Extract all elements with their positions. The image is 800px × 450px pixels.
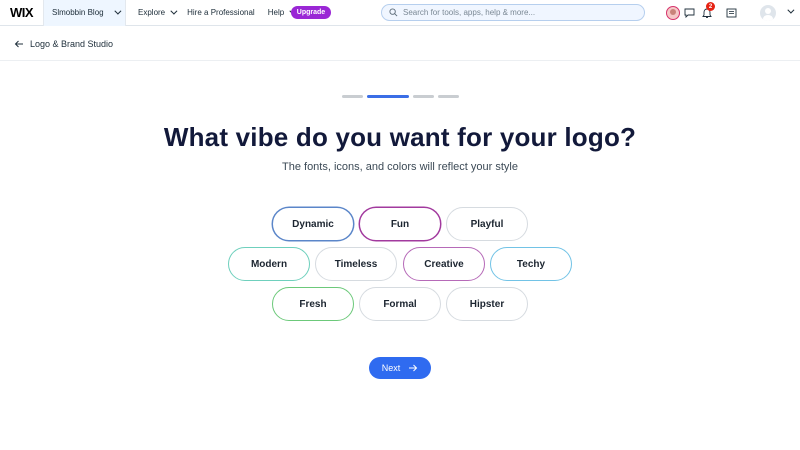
back-link-label: Logo & Brand Studio <box>30 38 114 49</box>
progress-step <box>413 95 434 98</box>
chevron-down-icon <box>170 7 178 15</box>
site-selector[interactable]: Slmobbin Blog <box>44 0 126 26</box>
nav-explore[interactable]: Explore <box>138 0 178 26</box>
progress-step-current <box>367 95 409 98</box>
back-link[interactable]: Logo & Brand Studio <box>14 39 113 49</box>
progress-step <box>342 95 363 98</box>
chat-icon[interactable] <box>682 6 696 20</box>
site-name: Slmobbin Blog <box>52 8 104 17</box>
page-subtitle: The fonts, icons, and colors will reflec… <box>282 161 518 173</box>
vibe-option-fresh[interactable]: Fresh <box>272 287 354 321</box>
vibe-option-techy[interactable]: Techy <box>490 247 572 281</box>
sub-header: Logo & Brand Studio <box>0 27 800 61</box>
vibe-option-modern[interactable]: Modern <box>228 247 310 281</box>
next-button[interactable]: Next <box>369 357 431 379</box>
vibe-option-timeless[interactable]: Timeless <box>315 247 397 281</box>
nav-help-label: Help <box>267 8 285 17</box>
nav-hire-professional[interactable]: Hire a Professional <box>187 0 255 26</box>
arrow-left-icon <box>14 40 23 47</box>
vibe-option-creative[interactable]: Creative <box>403 247 485 281</box>
progress-indicator <box>342 95 459 98</box>
nav-explore-label: Explore <box>138 8 166 17</box>
notification-badge: 2 <box>706 2 715 11</box>
upgrade-button[interactable]: Upgrade <box>291 6 331 19</box>
collaborator-avatar[interactable] <box>666 6 680 20</box>
next-button-label: Next <box>381 363 401 373</box>
page-title: What vibe do you want for your logo? <box>163 122 637 152</box>
news-icon[interactable] <box>724 6 738 20</box>
vibe-option-hipster[interactable]: Hipster <box>446 287 528 321</box>
wix-logo[interactable]: WIX <box>0 0 44 26</box>
user-avatar[interactable] <box>760 5 776 21</box>
search-input[interactable] <box>403 8 623 17</box>
search-bar[interactable] <box>381 4 645 21</box>
vibe-option-playful[interactable]: Playful <box>446 207 528 241</box>
search-icon <box>389 8 398 17</box>
arrow-right-icon <box>409 364 418 372</box>
progress-step <box>438 95 459 98</box>
vibe-option-dynamic[interactable]: Dynamic <box>272 207 354 241</box>
vibe-option-fun[interactable]: Fun <box>359 207 441 241</box>
vibe-option-formal[interactable]: Formal <box>359 287 441 321</box>
chevron-down-icon <box>113 7 122 15</box>
